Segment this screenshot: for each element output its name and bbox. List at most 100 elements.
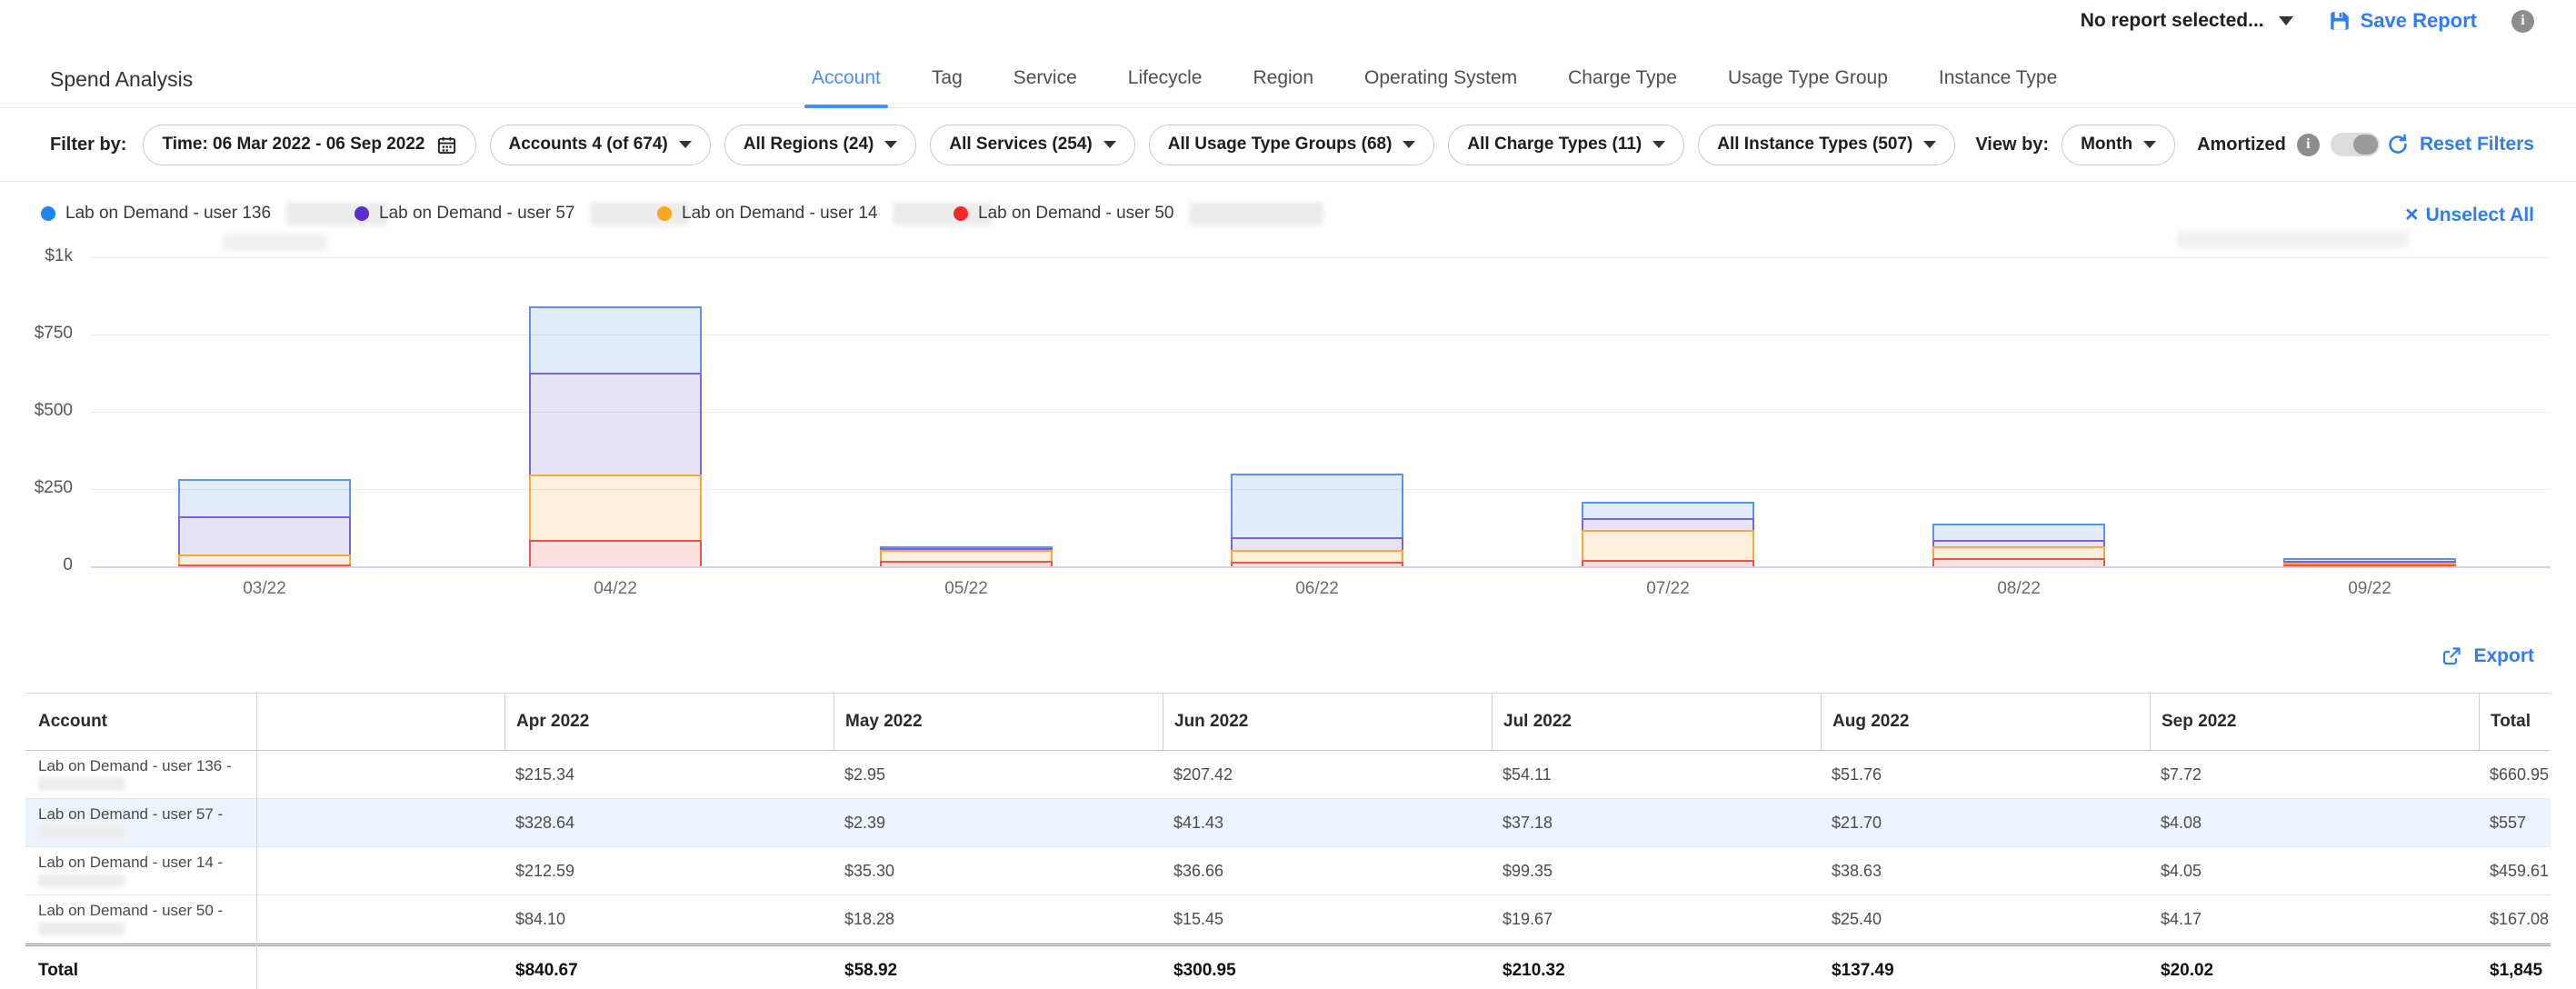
redacted-text bbox=[38, 874, 125, 887]
column-header-apr-2022: Apr 2022 bbox=[504, 694, 834, 750]
filter-pill-label: All Regions (24) bbox=[744, 135, 874, 155]
filter-pill-all-services-254[interactable]: All Services (254) bbox=[930, 125, 1134, 165]
legend-dot bbox=[41, 206, 55, 221]
value-cell: $19.67 bbox=[1492, 910, 1821, 929]
filter-pill-label: All Services (254) bbox=[949, 135, 1092, 155]
value-cell: $15.45 bbox=[1163, 910, 1492, 929]
tab-operating-system[interactable]: Operating System bbox=[1357, 49, 1524, 107]
bar-segment-lab-on-demand-user-57[interactable] bbox=[1582, 518, 1754, 530]
value-cell: $4.05 bbox=[2150, 862, 2479, 881]
value-cell: $459.61 bbox=[2479, 862, 2551, 881]
chevron-down-icon bbox=[1652, 141, 1665, 148]
table-row: Lab on Demand - user 57 -$328.64$2.39$41… bbox=[25, 799, 2551, 847]
bar-07-22[interactable] bbox=[1582, 502, 1754, 566]
unselect-all-label: Unselect All bbox=[2426, 205, 2534, 226]
value-cell: $51.76 bbox=[1821, 765, 2150, 784]
bar-segment-lab-on-demand-user-14[interactable] bbox=[178, 554, 351, 564]
report-selector[interactable]: No report selected... bbox=[2081, 10, 2293, 32]
value-cell: $2.39 bbox=[834, 814, 1163, 833]
info-icon[interactable] bbox=[2297, 134, 2320, 156]
tab-charge-type[interactable]: Charge Type bbox=[1561, 49, 1684, 107]
legend-dot bbox=[657, 206, 672, 221]
account-cell: Lab on Demand - user 57 - bbox=[25, 806, 504, 840]
bar-segment-lab-on-demand-user-50[interactable] bbox=[178, 564, 351, 566]
bar-segment-lab-on-demand-user-50[interactable] bbox=[2283, 564, 2456, 566]
filter-pill-all-instance-types-507[interactable]: All Instance Types (507) bbox=[1698, 125, 1955, 165]
value-cell: $328.64 bbox=[504, 814, 834, 833]
bar-segment-lab-on-demand-user-136[interactable] bbox=[1932, 524, 2105, 540]
filter-pill-label: All Charge Types (11) bbox=[1467, 135, 1642, 155]
bar-segment-lab-on-demand-user-50[interactable] bbox=[880, 561, 1053, 566]
bar-segment-lab-on-demand-user-14[interactable] bbox=[1582, 530, 1754, 561]
legend-item-lab-on-demand-user-136[interactable]: Lab on Demand - user 136 bbox=[41, 202, 388, 225]
bar-segment-lab-on-demand-user-57[interactable] bbox=[1231, 537, 1403, 550]
filter-pill-all-usage-type-groups-68[interactable]: All Usage Type Groups (68) bbox=[1149, 125, 1435, 165]
chevron-down-icon bbox=[2279, 16, 2293, 25]
tab-instance-type[interactable]: Instance Type bbox=[1932, 49, 2064, 107]
bar-segment-lab-on-demand-user-136[interactable] bbox=[178, 479, 351, 516]
bar-segment-lab-on-demand-user-50[interactable] bbox=[1932, 558, 2105, 566]
bar-08-22[interactable] bbox=[1932, 524, 2105, 566]
filter-pill-all-regions-24[interactable]: All Regions (24) bbox=[724, 125, 917, 165]
bar-segment-lab-on-demand-user-57[interactable] bbox=[178, 516, 351, 554]
toggle-knob bbox=[2353, 135, 2378, 155]
spend-chart: $1k$750$500$250003/2204/2205/2206/2207/2… bbox=[91, 257, 2551, 568]
bar-03-22[interactable] bbox=[178, 479, 351, 566]
account-cell: Lab on Demand - user 14 - bbox=[25, 854, 504, 888]
value-cell: $38.63 bbox=[1821, 862, 2150, 881]
tab-tag[interactable]: Tag bbox=[924, 49, 970, 107]
bar-segment-lab-on-demand-user-136[interactable] bbox=[1231, 474, 1403, 538]
info-icon[interactable] bbox=[2511, 10, 2534, 33]
y-axis-tick-label: $1k bbox=[45, 246, 73, 266]
unselect-all-button[interactable]: Unselect All bbox=[2405, 204, 2534, 226]
legend-item-lab-on-demand-user-50[interactable]: Lab on Demand - user 50 bbox=[954, 202, 1323, 225]
bar-04-22[interactable] bbox=[529, 306, 702, 566]
reset-filters-button[interactable]: Reset Filters bbox=[2387, 134, 2534, 155]
redacted-text bbox=[223, 235, 327, 251]
bar-09-22[interactable] bbox=[2283, 558, 2456, 566]
amortized-toggle[interactable] bbox=[2331, 133, 2380, 156]
legend-item-lab-on-demand-user-14[interactable]: Lab on Demand - user 14 bbox=[657, 202, 993, 225]
legend-item-lab-on-demand-user-57[interactable]: Lab on Demand - user 57 bbox=[354, 202, 690, 225]
bar-segment-lab-on-demand-user-57[interactable] bbox=[529, 373, 702, 475]
tabs: Account Tag Service Lifecycle Region Operatin… bbox=[804, 49, 2064, 107]
bar-segment-lab-on-demand-user-136[interactable] bbox=[1582, 502, 1754, 518]
column-header-jul-2022: Jul 2022 bbox=[1492, 694, 1821, 750]
tab-service[interactable]: Service bbox=[1006, 49, 1084, 107]
total-value-cell: $58.92 bbox=[834, 961, 1163, 981]
save-report-button[interactable]: Save Report bbox=[2328, 9, 2477, 33]
value-cell: $41.43 bbox=[1163, 814, 1492, 833]
bar-segment-lab-on-demand-user-50[interactable] bbox=[529, 540, 702, 566]
filter-pill-accounts-4-of-674[interactable]: Accounts 4 (of 674) bbox=[490, 125, 711, 165]
bar-segment-lab-on-demand-user-14[interactable] bbox=[1231, 550, 1403, 561]
bar-05-22[interactable] bbox=[880, 546, 1053, 566]
tab-usage-type-group[interactable]: Usage Type Group bbox=[1721, 49, 1895, 107]
tab-lifecycle[interactable]: Lifecycle bbox=[1121, 49, 1210, 107]
total-value-cell: $20.02 bbox=[2150, 961, 2479, 981]
legend-label: Lab on Demand - user 50 bbox=[978, 204, 1173, 224]
save-icon bbox=[2328, 9, 2351, 33]
view-by-dropdown[interactable]: Month bbox=[2062, 125, 2175, 165]
bar-segment-lab-on-demand-user-136[interactable] bbox=[529, 306, 702, 373]
top-bar: No report selected... Save Report bbox=[0, 0, 2576, 42]
bar-segment-lab-on-demand-user-14[interactable] bbox=[529, 475, 702, 540]
export-label: Export bbox=[2473, 645, 2534, 667]
bar-segment-lab-on-demand-user-50[interactable] bbox=[1231, 562, 1403, 566]
column-header-account: Account bbox=[25, 694, 504, 750]
value-cell: $2.95 bbox=[834, 765, 1163, 784]
bar-06-22[interactable] bbox=[1231, 474, 1403, 566]
tab-account[interactable]: Account bbox=[804, 49, 888, 107]
bar-segment-lab-on-demand-user-14[interactable] bbox=[880, 550, 1053, 561]
bar-segment-lab-on-demand-user-57[interactable] bbox=[1932, 540, 2105, 546]
reset-filters-label: Reset Filters bbox=[2420, 134, 2534, 155]
account-name: Lab on Demand - user 136 - bbox=[38, 758, 504, 775]
export-button[interactable]: Export bbox=[2441, 645, 2534, 667]
filter-pill-all-charge-types-11[interactable]: All Charge Types (11) bbox=[1448, 125, 1684, 165]
bar-segment-lab-on-demand-user-50[interactable] bbox=[1582, 560, 1754, 566]
amortized-label: Amortized bbox=[2197, 135, 2286, 155]
tab-region[interactable]: Region bbox=[1245, 49, 1321, 107]
total-value-cell: $137.49 bbox=[1821, 961, 2150, 981]
bar-segment-lab-on-demand-user-14[interactable] bbox=[1932, 546, 2105, 558]
filter-pill-time-06-mar-2022-06-sep-2022[interactable]: Time: 06 Mar 2022 - 06 Sep 2022 bbox=[143, 125, 475, 165]
legend-dot bbox=[954, 206, 968, 221]
